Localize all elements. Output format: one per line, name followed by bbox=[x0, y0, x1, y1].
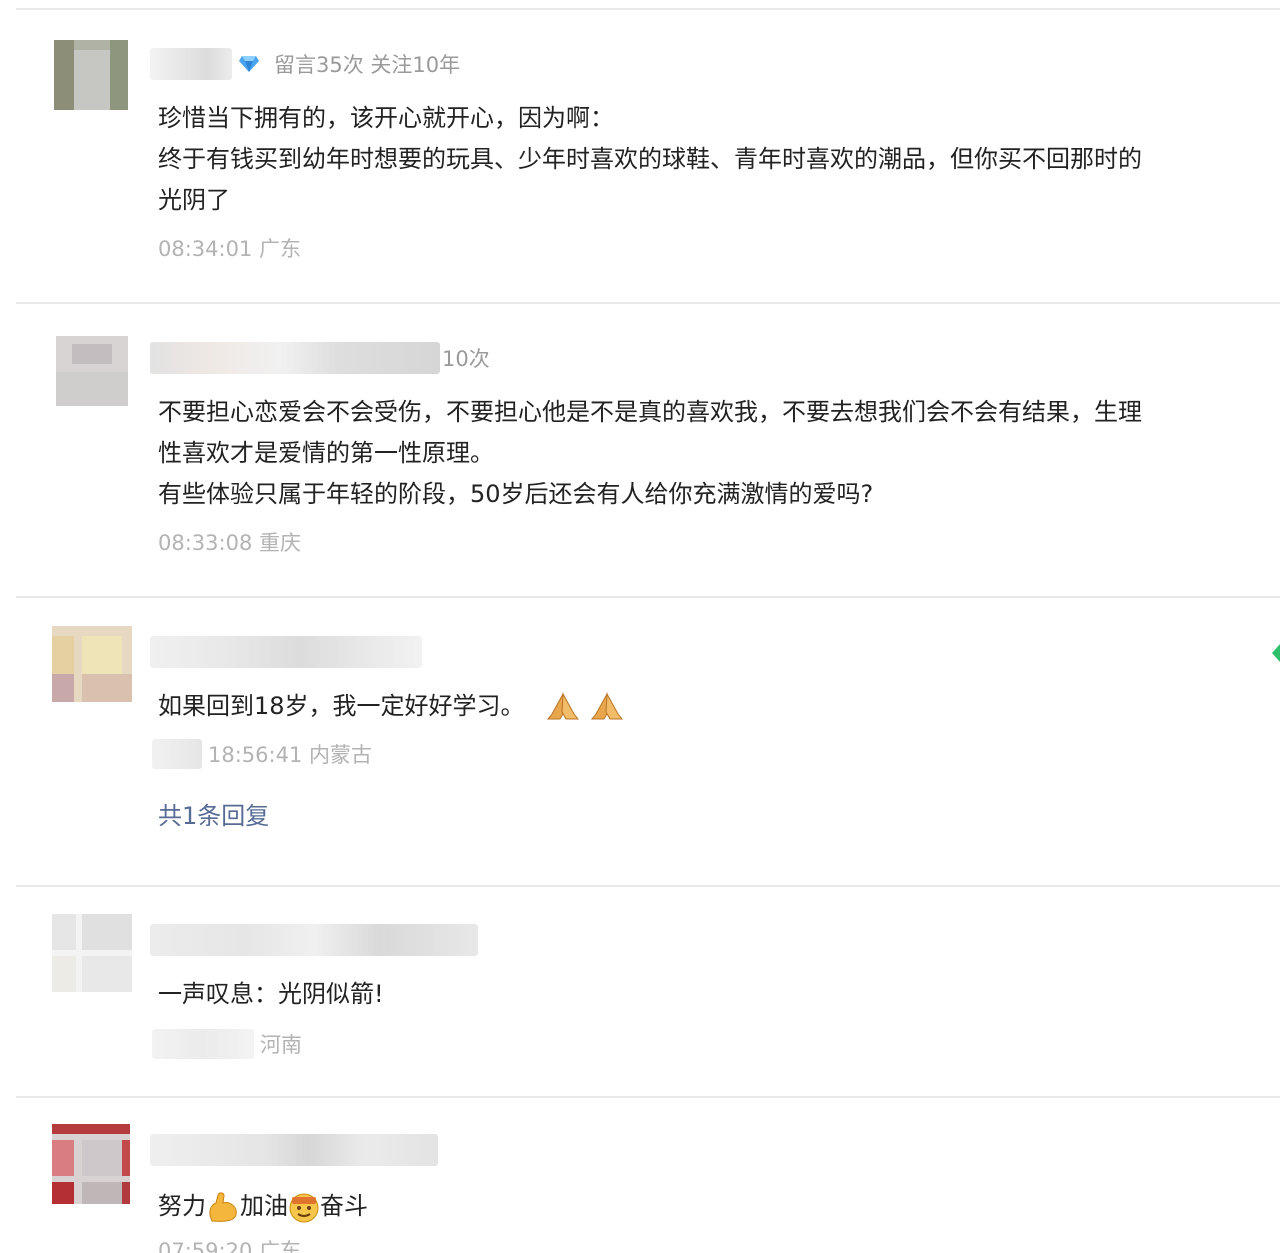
comment-line-text: 加油 bbox=[240, 1192, 288, 1220]
avatar[interactable] bbox=[52, 914, 132, 992]
time-location-text: 18:56:41 内蒙古 bbox=[208, 743, 372, 767]
comment-time-location: 08:33:08 重庆 bbox=[158, 526, 301, 558]
comment-time-location: 18:56:41 内蒙古 bbox=[152, 738, 372, 770]
blurred-username bbox=[150, 48, 232, 80]
comment-stats: 留言35次 关注10年 bbox=[274, 53, 461, 77]
divider bbox=[16, 302, 1280, 304]
comment-line: 努力 加油 奋斗 bbox=[158, 1186, 1248, 1227]
divider bbox=[16, 1096, 1280, 1098]
comment-time-location: 08:34:01 广东 bbox=[158, 232, 301, 264]
comment-meta bbox=[150, 634, 422, 670]
comment-line-text: 如果回到18岁，我一定好好学习。 bbox=[158, 692, 525, 720]
comment-meta: 10次 bbox=[150, 340, 490, 376]
view-replies-link[interactable]: 共1条回复 bbox=[158, 796, 269, 831]
comment-text: 珍惜当下拥有的，该开心就开心，因为啊： 终于有钱买到幼年时想要的玩具、少年时喜欢… bbox=[158, 98, 1248, 221]
comment-time-location: 07:59:20 广东 bbox=[158, 1234, 301, 1253]
comment-line: 如果回到18岁，我一定好好学习。 bbox=[158, 686, 1248, 727]
avatar[interactable] bbox=[54, 40, 128, 110]
comment-time-location: 河南 bbox=[152, 1028, 302, 1060]
comment-stats: 10次 bbox=[442, 347, 490, 371]
comment-line: 不要担心恋爱会不会受伤，不要担心他是不是真的喜欢我，不要去想我们会不会有结果，生… bbox=[158, 398, 1142, 426]
divider bbox=[16, 885, 1280, 887]
flexed-biceps-emoji bbox=[209, 1192, 237, 1222]
blurred-username bbox=[150, 342, 440, 374]
comment-meta bbox=[150, 1132, 438, 1168]
blurred-username bbox=[150, 924, 478, 956]
diamond-icon bbox=[239, 56, 259, 72]
comment-line: 光阴了 bbox=[158, 186, 230, 214]
comment-meta bbox=[150, 922, 478, 958]
avatar[interactable] bbox=[52, 1124, 130, 1204]
comment-line: 有些体验只属于年轻的阶段，50岁后还会有人给你充满激情的爱吗? bbox=[158, 480, 874, 508]
divider bbox=[16, 8, 1280, 10]
blurred-date bbox=[152, 739, 202, 769]
blurred-username bbox=[150, 636, 422, 668]
green-indicator-icon bbox=[1270, 644, 1280, 662]
divider bbox=[16, 596, 1280, 598]
comment-text: 一声叹息：光阴似箭! bbox=[158, 974, 1248, 1015]
comment-line-text: 奋斗 bbox=[320, 1192, 368, 1220]
comment-line: 性喜欢才是爱情的第一性原理。 bbox=[158, 439, 494, 467]
folded-hands-emoji bbox=[590, 692, 623, 720]
comment-line-text: 努力 bbox=[158, 1192, 206, 1220]
comment-meta: 留言35次 关注10年 bbox=[150, 46, 460, 82]
blurred-date bbox=[152, 1029, 254, 1059]
avatar[interactable] bbox=[56, 336, 128, 406]
time-location-text: 07:59:20 广东 bbox=[158, 1239, 301, 1253]
comment-line: 一声叹息：光阴似箭! bbox=[158, 980, 384, 1008]
comment-text: 不要担心恋爱会不会受伤，不要担心他是不是真的喜欢我，不要去想我们会不会有结果，生… bbox=[158, 392, 1248, 515]
time-location-text: 08:34:01 广东 bbox=[158, 237, 301, 261]
avatar[interactable] bbox=[52, 626, 132, 702]
comment-text: 努力 加油 奋斗 bbox=[158, 1186, 1248, 1227]
comment-line: 终于有钱买到幼年时想要的玩具、少年时喜欢的球鞋、青年时喜欢的潮品，但你买不回那时… bbox=[158, 145, 1142, 173]
time-location-text: 河南 bbox=[260, 1033, 302, 1057]
blurred-username bbox=[150, 1134, 438, 1166]
folded-hands-emoji bbox=[547, 692, 580, 720]
comment-list: 留言35次 关注10年 珍惜当下拥有的，该开心就开心，因为啊： 终于有钱买到幼年… bbox=[0, 0, 1280, 1253]
face-emoji bbox=[289, 1193, 319, 1223]
time-location-text: 08:33:08 重庆 bbox=[158, 531, 301, 555]
comment-text: 如果回到18岁，我一定好好学习。 bbox=[158, 686, 1248, 727]
comment-line: 珍惜当下拥有的，该开心就开心，因为啊： bbox=[158, 104, 614, 132]
